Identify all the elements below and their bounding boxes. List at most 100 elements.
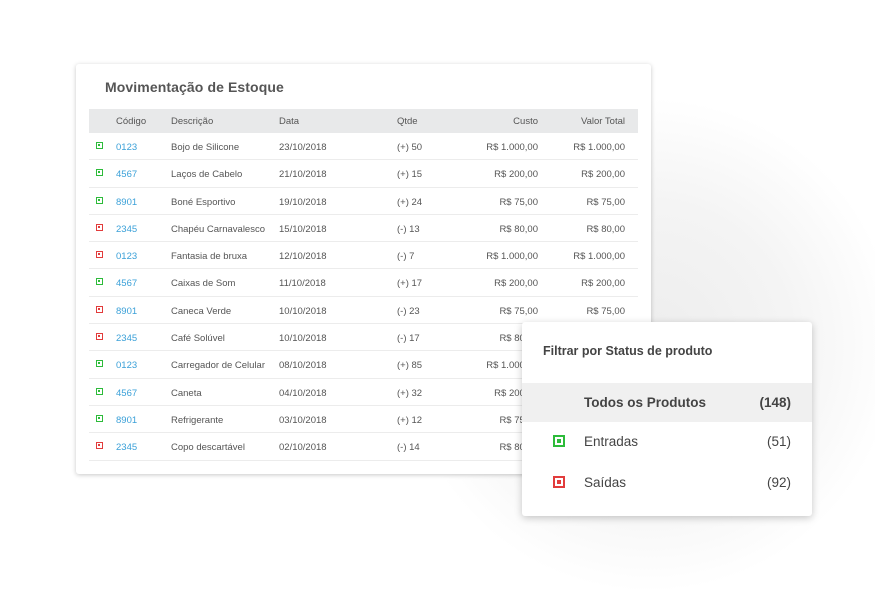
entry-status-icon xyxy=(96,142,103,149)
row-code-link[interactable]: 4567 xyxy=(116,278,137,289)
row-cost: R$ 80,00 xyxy=(499,223,538,235)
table-row[interactable]: 8901 Boné Esportivo 19/10/2018 (+) 24 R$ 75,… xyxy=(89,188,638,215)
entry-arrow-icon xyxy=(553,435,565,447)
column-header-total[interactable]: Valor Total xyxy=(581,116,625,127)
card-title: Movimentação de Estoque xyxy=(105,79,284,95)
row-total: R$ 1.000,00 xyxy=(573,251,625,263)
row-qty: (-) 14 xyxy=(397,442,420,454)
row-qty: (-) 7 xyxy=(397,251,415,263)
row-total: R$ 75,00 xyxy=(586,305,625,317)
row-description: Boné Esportivo xyxy=(171,196,236,208)
row-description: Copo descartável xyxy=(171,442,245,454)
entry-status-icon xyxy=(96,414,103,422)
row-cost: R$ 1.000,00 xyxy=(486,142,538,153)
exit-status-icon xyxy=(96,442,103,450)
row-date: 15/10/2018 xyxy=(279,223,327,235)
row-qty: (-) 13 xyxy=(397,223,420,235)
row-cost: R$ 200,00 xyxy=(494,278,538,290)
table-row[interactable]: 8901 Caneca Verde 10/10/2018 (-) 23 R$ 75,00… xyxy=(89,297,638,325)
row-total: R$ 200,00 xyxy=(581,278,625,290)
table-row[interactable]: 0123 Bojo de Silicone 23/10/2018 (+) 50 R$ 1… xyxy=(89,133,638,161)
exit-status-icon xyxy=(96,251,103,259)
row-date: 02/10/2018 xyxy=(279,442,327,454)
filter-option-count: (148) xyxy=(759,395,791,410)
row-qty: (-) 17 xyxy=(397,333,420,345)
row-code-link[interactable]: 0123 xyxy=(116,142,137,153)
row-description: Café Solúvel xyxy=(171,333,225,345)
row-qty: (+) 24 xyxy=(397,196,423,208)
row-date: 10/10/2018 xyxy=(279,305,327,317)
row-date: 23/10/2018 xyxy=(279,142,327,153)
filter-option-exits[interactable]: Saídas (92) xyxy=(522,463,812,502)
row-qty: (+) 17 xyxy=(397,278,423,290)
exit-status-icon xyxy=(96,223,103,231)
row-code-link[interactable]: 4567 xyxy=(116,388,137,399)
filter-option-count: (51) xyxy=(766,434,791,449)
row-code-link[interactable]: 0123 xyxy=(116,251,137,262)
row-qty: (-) 23 xyxy=(397,305,420,317)
filter-option-label: Entradas xyxy=(584,434,639,449)
row-date: 19/10/2018 xyxy=(279,196,327,208)
row-description: Refrigerante xyxy=(171,414,224,426)
column-header-qty[interactable]: Qtde xyxy=(397,116,418,127)
row-cost: R$ 75,00 xyxy=(499,305,538,317)
entry-status-icon xyxy=(96,387,103,395)
row-date: 21/10/2018 xyxy=(279,169,327,181)
row-total: R$ 200,00 xyxy=(581,169,625,181)
row-description: Fantasia de bruxa xyxy=(171,251,248,263)
table-row[interactable]: 2345 Chapéu Carnavalesco 15/10/2018 (-) 13 R… xyxy=(89,215,638,243)
table-header: Código Descrição Data Qtde Custo Valor T… xyxy=(89,109,638,133)
status-filter-card: Filtrar por Status de produto Todos os P… xyxy=(522,322,812,516)
filter-option-all[interactable]: Todos os Produtos (148) xyxy=(522,383,812,422)
row-code-link[interactable]: 2345 xyxy=(116,224,137,235)
table-row[interactable]: 4567 Caixas de Som 11/10/2018 (+) 17 R$ 200,… xyxy=(89,269,638,297)
row-qty: (+) 32 xyxy=(397,387,423,399)
entry-status-icon xyxy=(96,196,103,204)
row-date: 04/10/2018 xyxy=(279,387,327,399)
row-date: 08/10/2018 xyxy=(279,360,327,372)
row-code-link[interactable]: 0123 xyxy=(116,360,137,371)
row-description: Chapéu Carnavalesco xyxy=(171,223,266,235)
row-code-link[interactable]: 8901 xyxy=(116,197,137,208)
table-row[interactable]: 4567 Laços de Cabelo 21/10/2018 (+) 15 R$ 20… xyxy=(89,160,638,188)
row-total: R$ 1.000,00 xyxy=(573,142,625,153)
row-total: R$ 80,00 xyxy=(586,223,625,235)
row-cost: R$ 75,00 xyxy=(499,196,538,208)
row-description: Bojo de Silicone xyxy=(171,142,240,153)
row-total: R$ 75,00 xyxy=(586,196,625,208)
row-description: Caixas de Som xyxy=(171,278,236,290)
column-header-description[interactable]: Descrição xyxy=(171,116,213,127)
row-cost: R$ 1.000,00 xyxy=(486,251,538,263)
column-header-cost[interactable]: Custo xyxy=(513,116,538,127)
row-qty: (+) 50 xyxy=(397,142,423,153)
exit-arrow-icon xyxy=(553,476,565,488)
column-header-code[interactable]: Código xyxy=(116,116,146,127)
filter-option-entries[interactable]: Entradas (51) xyxy=(522,422,812,461)
exit-status-icon xyxy=(96,333,103,341)
row-date: 03/10/2018 xyxy=(279,414,327,426)
entry-status-icon xyxy=(96,278,103,286)
row-cost: R$ 200,00 xyxy=(494,169,538,181)
table-row[interactable]: 0123 Fantasia de bruxa 12/10/2018 (-) 7 R$ 1… xyxy=(89,242,638,270)
filter-option-count: (92) xyxy=(766,475,791,490)
row-description: Caneca Verde xyxy=(171,305,232,317)
filter-title: Filtrar por Status de produto xyxy=(543,344,713,358)
row-code-link[interactable]: 8901 xyxy=(116,306,137,317)
column-header-date[interactable]: Data xyxy=(279,116,299,127)
row-code-link[interactable]: 2345 xyxy=(116,333,137,344)
entry-status-icon xyxy=(96,360,103,368)
row-qty: (+) 15 xyxy=(397,169,423,181)
row-qty: (+) 85 xyxy=(397,360,423,372)
row-date: 12/10/2018 xyxy=(279,251,327,263)
filter-option-label: Todos os Produtos xyxy=(584,395,706,410)
row-code-link[interactable]: 4567 xyxy=(116,169,137,180)
row-code-link[interactable]: 2345 xyxy=(116,442,137,453)
filter-option-label: Saídas xyxy=(584,475,627,490)
row-code-link[interactable]: 8901 xyxy=(116,415,137,426)
row-description: Carregador de Celular xyxy=(171,360,265,372)
row-qty: (+) 12 xyxy=(397,414,423,426)
row-description: Caneta xyxy=(171,387,202,399)
entry-status-icon xyxy=(96,169,103,177)
exit-status-icon xyxy=(96,305,103,313)
row-date: 10/10/2018 xyxy=(279,333,327,345)
